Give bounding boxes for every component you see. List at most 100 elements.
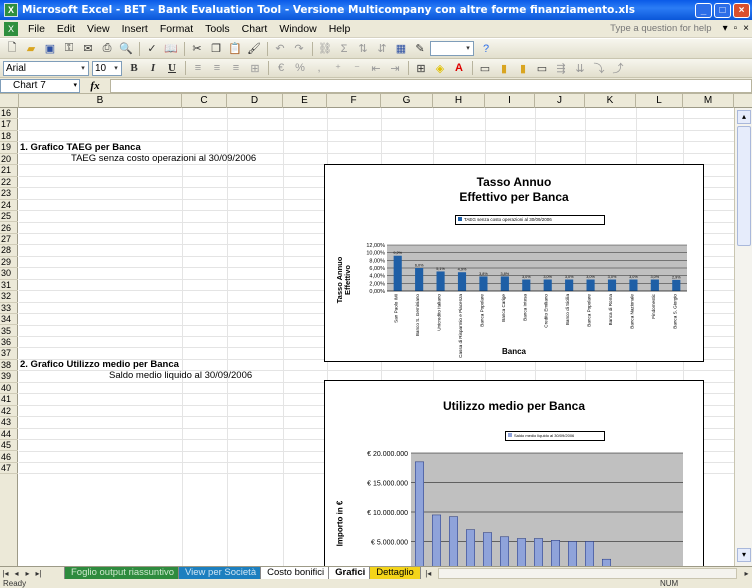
menu-view[interactable]: View [81,23,116,35]
close-button[interactable]: × [733,2,750,18]
row-header[interactable]: 24 [0,200,18,211]
menu-edit[interactable]: Edit [51,23,81,35]
row-header[interactable]: 29 [0,257,18,269]
cell-b20[interactable]: TAEG senza costo operazioni al 30/09/200… [71,153,256,164]
row-header[interactable]: 36 [0,337,18,349]
help-search-input[interactable]: Type a question for help [610,23,719,34]
row-header[interactable]: 20 [0,154,18,166]
row-header[interactable]: 23 [0,188,18,200]
cell-b38[interactable]: 2. Grafico Utilizzo medio per Banca [20,359,179,370]
drawing-icon[interactable]: ✎ [411,41,429,57]
row-header[interactable]: 43 [0,417,18,429]
save-icon[interactable]: ▣ [41,41,59,57]
tab-scroll-left-icon[interactable]: |◂ [423,569,434,578]
italic-button[interactable]: I [144,60,162,76]
minimize-button[interactable]: _ [695,2,712,18]
autosum-icon[interactable]: Σ [335,41,353,57]
underline-button[interactable]: U [163,60,181,76]
angle-text-down-icon[interactable]: ⤵ [590,60,608,76]
row-header[interactable]: 32 [0,291,18,303]
research-icon[interactable]: 📖 [162,41,180,57]
comma-icon[interactable]: , [310,60,328,76]
permission-icon[interactable]: ⚿ [60,41,78,57]
sheet-tab-output[interactable]: Foglio output riassuntivo [64,566,181,580]
chart-type-icon[interactable]: ▮ [495,60,513,76]
scroll-down-icon[interactable]: ▾ [737,548,751,562]
menu-insert[interactable]: Insert [116,23,154,35]
font-select[interactable]: Arial ▾ [3,60,89,76]
help-dropdown-icon[interactable]: ▾ [720,23,731,34]
new-icon[interactable]: 🗋 [3,41,21,57]
vertical-scrollbar[interactable]: ▴ ▾ [734,108,752,566]
row-header[interactable]: 30 [0,268,18,280]
row-header[interactable]: 19 [0,142,18,154]
row-header[interactable]: 28 [0,245,18,257]
increase-indent-icon[interactable]: ⇥ [386,60,404,76]
column-header-k[interactable]: K [585,94,636,108]
increase-decimal-icon[interactable]: ⁺ [329,60,347,76]
zoom-select[interactable]: ▾ [430,41,474,56]
row-header[interactable]: 38 [0,360,18,372]
menu-help[interactable]: Help [323,23,357,35]
by-column-icon[interactable]: ⇊ [571,60,589,76]
menu-file[interactable]: File [22,23,51,35]
column-header-l[interactable]: L [636,94,683,108]
scroll-thumb[interactable] [737,126,751,246]
cell-b39[interactable]: Saldo medio liquido al 30/09/2006 [109,370,252,381]
column-header-f[interactable]: F [327,94,381,108]
open-icon[interactable]: ▰ [22,41,40,57]
column-header-h[interactable]: H [433,94,485,108]
align-left-icon[interactable]: ≡ [189,60,207,76]
sheet-tab-dettaglio[interactable]: Dettaglio [369,566,421,580]
decrease-decimal-icon[interactable]: ⁻ [348,60,366,76]
sheet-tab-grafici[interactable]: Grafici [328,566,373,580]
prev-sheet-icon[interactable]: ◂ [11,569,22,578]
row-header[interactable]: 47 [0,463,18,475]
row-header[interactable]: 25 [0,211,18,223]
align-center-icon[interactable]: ≡ [208,60,226,76]
redo-icon[interactable]: ↷ [290,41,308,57]
row-header[interactable]: 34 [0,314,18,326]
row-header[interactable]: 22 [0,177,18,189]
chart-wizard-icon[interactable]: ▦ [392,41,410,57]
menu-chart[interactable]: Chart [236,23,274,35]
format-painter-icon[interactable]: 🖌 [245,41,263,57]
align-right-icon[interactable]: ≡ [227,60,245,76]
row-header[interactable]: 31 [0,280,18,292]
column-header-d[interactable]: D [227,94,283,108]
menu-format[interactable]: Format [154,23,199,35]
column-header-j[interactable]: J [535,94,585,108]
currency-icon[interactable]: € [272,60,290,76]
print-icon[interactable]: ⎙ [98,41,116,57]
row-header[interactable]: 39 [0,371,18,383]
horizontal-scrollbar[interactable] [437,567,737,579]
cell-b19[interactable]: 1. Grafico TAEG per Banca [20,142,141,153]
first-sheet-icon[interactable]: |◂ [0,569,11,578]
menu-tools[interactable]: Tools [199,23,236,35]
last-sheet-icon[interactable]: ▸| [33,569,44,578]
column-header-b[interactable]: B [19,94,182,108]
help-icon[interactable]: ? [477,41,495,57]
row-header[interactable]: 37 [0,348,18,360]
scroll-up-icon[interactable]: ▴ [737,110,751,124]
restore-workbook-icon[interactable]: ▫ [731,23,741,34]
menu-window[interactable]: Window [273,23,322,35]
row-header[interactable]: 40 [0,383,18,395]
select-all-corner[interactable] [0,94,19,108]
by-row-icon[interactable]: ⇶ [552,60,570,76]
column-header-g[interactable]: G [381,94,433,108]
column-header-m[interactable]: M [683,94,734,108]
chart-object-icon[interactable]: ▭ [476,60,494,76]
chart-utilizzo[interactable]: Utilizzo medio per Banca Saldo medio liq… [324,380,704,566]
percent-icon[interactable]: % [291,60,309,76]
row-header[interactable]: 33 [0,303,18,315]
row-header[interactable]: 21 [0,165,18,177]
sheet-tab-view[interactable]: View per Società [177,566,264,580]
chart-taeg[interactable]: Tasso Annuo Effettivo per Banca TAEG sen… [324,164,704,362]
sheet-tab-costo[interactable]: Costo bonifici [260,566,332,580]
spelling-icon[interactable]: ✓ [143,41,161,57]
row-header[interactable]: 16 [0,108,18,120]
worksheet-grid[interactable]: 1. Grafico TAEG per Banca TAEG senza cos… [19,108,734,566]
row-header[interactable]: 35 [0,326,18,337]
legend-icon[interactable]: ▮ [514,60,532,76]
